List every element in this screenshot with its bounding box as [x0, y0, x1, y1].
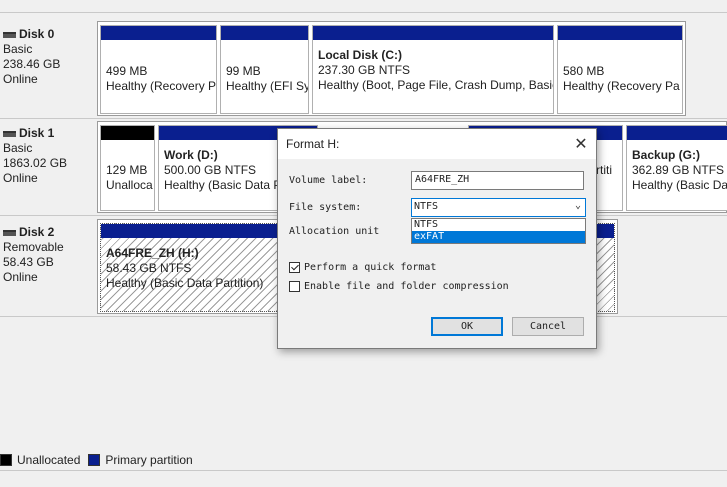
partition-size: 237.30 GB NTFS — [318, 63, 411, 77]
volume-label-input[interactable]: A64FRE_ZH — [411, 171, 584, 190]
disk-name: Disk 0 — [19, 27, 55, 41]
partition-status: Healthy (Basic Dat — [632, 178, 727, 192]
disk-type: Basic — [3, 141, 33, 155]
compression-label: Enable file and folder compression — [304, 281, 509, 292]
disk-status: Online — [3, 72, 38, 86]
disk-1-label[interactable]: Disk 1 Basic 1863.02 GB Online — [3, 126, 67, 186]
allocation-unit-label: Allocation unit — [289, 226, 380, 237]
file-system-option-ntfs[interactable]: NTFS — [412, 219, 585, 231]
partition-unallocated[interactable]: 129 MB Unalloca — [100, 125, 155, 211]
legend-item-primary: Primary partition — [88, 453, 193, 467]
partition-bar — [101, 126, 154, 140]
partition-size: 58.43 GB NTFS — [106, 261, 192, 275]
legend-swatch — [88, 454, 101, 466]
disk-name: Disk 1 — [19, 126, 55, 140]
disk-2-label[interactable]: Disk 2 Removable 58.43 GB Online — [3, 225, 64, 285]
disk-0-label[interactable]: Disk 0 Basic 238.46 GB Online — [3, 27, 60, 87]
disk-size: 238.46 GB — [3, 57, 61, 71]
file-system-selected: NTFS — [414, 201, 439, 212]
quick-format-label: Perform a quick format — [304, 262, 437, 273]
partition-name: A64FRE_ZH (H:) — [106, 246, 199, 260]
disk-icon — [3, 31, 16, 38]
partition-bar — [221, 26, 308, 40]
partition-recovery-1[interactable]: 499 MB Healthy (Recovery P — [100, 25, 217, 114]
partition-bar — [101, 26, 216, 40]
partition-size: 580 MB — [563, 64, 605, 78]
ok-button[interactable]: OK — [431, 317, 503, 336]
partition-status: Healthy (EFI Sy — [226, 79, 309, 93]
close-icon[interactable]: ✕ — [566, 129, 596, 159]
chevron-down-icon: ⌄ — [574, 200, 581, 211]
legend-label: Unallocated — [17, 453, 81, 467]
disk-type: Basic — [3, 42, 33, 56]
partition-name: Backup (G:) — [632, 148, 701, 162]
file-system-dropdown: NTFS exFAT — [411, 218, 586, 244]
disk-size: 58.43 GB — [3, 255, 54, 269]
disk-status: Online — [3, 270, 38, 284]
top-separator — [0, 12, 727, 13]
row-separator — [0, 118, 727, 119]
partition-status: Healthy (Basic Data Partition) — [106, 276, 264, 290]
legend-swatch — [0, 454, 12, 466]
partition-status: Healthy (Basic Data P — [164, 178, 282, 192]
partition-bar — [558, 26, 682, 40]
disk-type: Removable — [3, 240, 64, 254]
partition-backup-g[interactable]: Backup (G:) 362.89 GB NTFS Healthy (Basi… — [626, 125, 727, 211]
disk-0-strip: 499 MB Healthy (Recovery P 99 MB Healthy… — [97, 21, 686, 116]
partition-size: 499 MB — [106, 64, 148, 78]
legend-item-unallocated: Unallocated — [0, 453, 80, 467]
dialog-titlebar[interactable]: Format H: ✕ — [278, 129, 596, 159]
legend-label: Primary partition — [105, 453, 193, 467]
partition-status: Healthy (Recovery Pa — [563, 79, 680, 93]
partition-recovery-2[interactable]: 580 MB Healthy (Recovery Pa — [557, 25, 683, 114]
partition-status: rtiti — [596, 163, 612, 177]
file-system-option-exfat[interactable]: exFAT — [412, 231, 585, 243]
partition-bar — [627, 126, 727, 140]
cancel-button[interactable]: Cancel — [512, 317, 584, 336]
partition-status: Healthy (Recovery P — [106, 79, 217, 93]
partition-size: 500.00 GB NTFS — [164, 163, 257, 177]
legend: Unallocated Primary partition — [0, 453, 201, 467]
partition-bar — [313, 26, 553, 40]
dialog-title: Format H: — [286, 137, 340, 151]
disk-size: 1863.02 GB — [3, 156, 68, 170]
volume-label-label: Volume label: — [289, 175, 368, 186]
partition-local-disk-c[interactable]: Local Disk (C:) 237.30 GB NTFS Healthy (… — [312, 25, 554, 114]
partition-status: Unalloca — [106, 178, 153, 192]
disk-icon — [3, 130, 16, 137]
bottom-separator — [0, 470, 727, 471]
compression-row[interactable]: Enable file and folder compression — [289, 281, 509, 292]
disk-name: Disk 2 — [19, 225, 55, 239]
partition-size: 129 MB — [106, 163, 148, 177]
disk-icon — [3, 229, 16, 236]
partition-status: Healthy (Boot, Page File, Crash Dump, Ba… — [318, 78, 554, 92]
quick-format-checkbox[interactable] — [289, 262, 300, 273]
partition-name: Work (D:) — [164, 148, 218, 162]
partition-name: Local Disk (C:) — [318, 48, 403, 62]
partition-size: 362.89 GB NTFS — [632, 163, 725, 177]
partition-size: 99 MB — [226, 64, 261, 78]
file-system-label: File system: — [289, 202, 362, 213]
format-dialog: Format H: ✕ Volume label: A64FRE_ZH File… — [277, 128, 597, 349]
partition-efi[interactable]: 99 MB Healthy (EFI Sy — [220, 25, 309, 114]
file-system-select[interactable]: NTFS ⌄ — [411, 198, 586, 217]
disk-status: Online — [3, 171, 38, 185]
quick-format-row[interactable]: Perform a quick format — [289, 262, 436, 273]
compression-checkbox[interactable] — [289, 281, 300, 292]
